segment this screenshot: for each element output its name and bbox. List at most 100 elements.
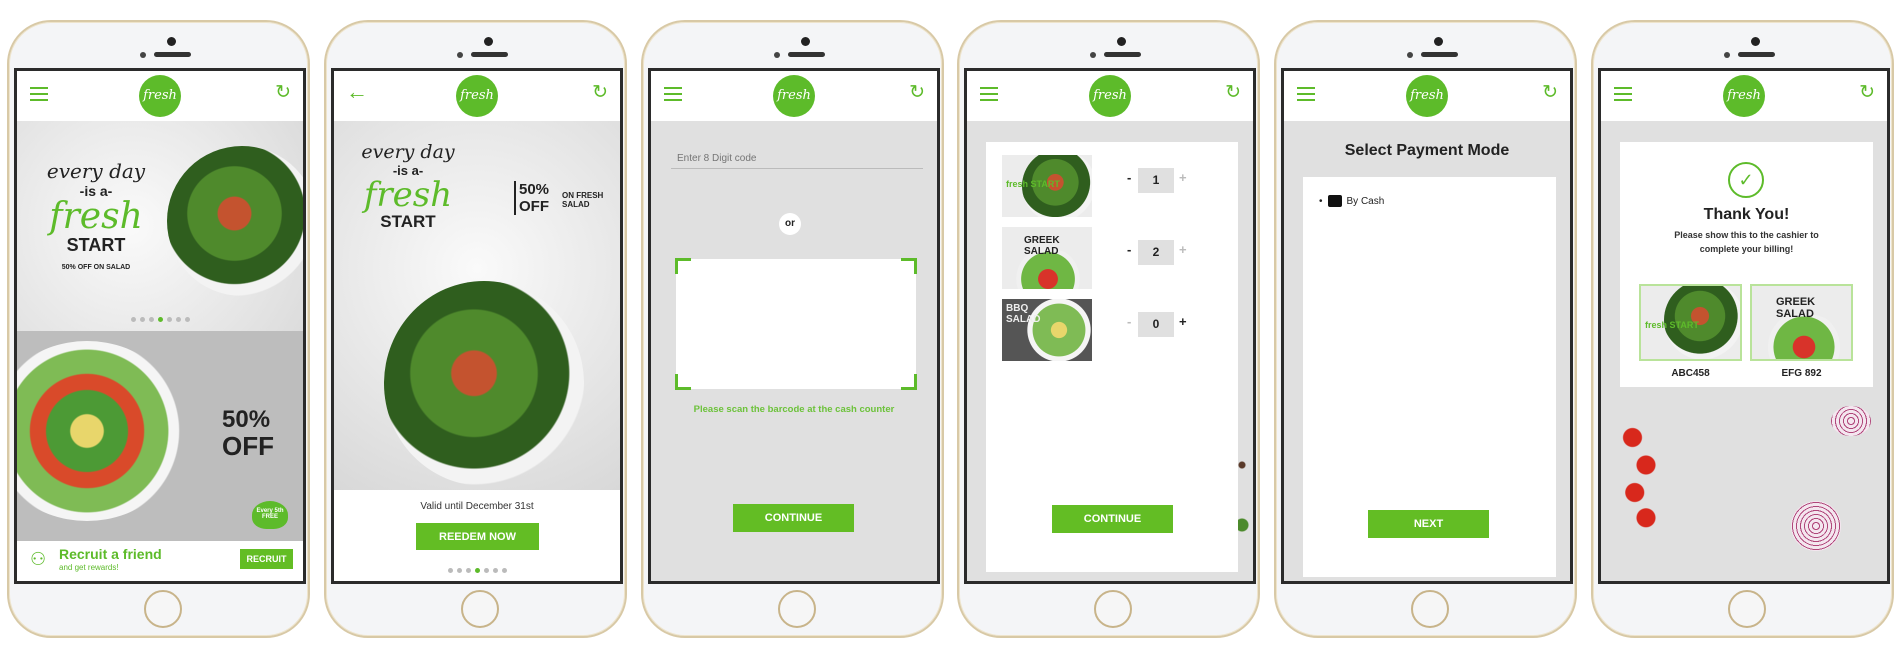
refresh-icon[interactable]: ↻ — [1859, 83, 1875, 103]
digit-code-input[interactable] — [671, 149, 923, 169]
fresh-logo: fresh — [1723, 75, 1765, 117]
cart-item: fresh START - 1 + — [1002, 155, 1222, 217]
refresh-icon[interactable]: ↻ — [275, 83, 291, 103]
refresh-icon[interactable]: ↻ — [592, 83, 608, 103]
redeem-now-button[interactable]: REEDEM NOW — [416, 523, 539, 550]
home-button[interactable] — [1728, 590, 1766, 628]
increment-button[interactable]: + — [1179, 170, 1187, 185]
refresh-icon[interactable]: ↻ — [1225, 83, 1241, 103]
decrement-button[interactable]: - — [1127, 170, 1131, 185]
hamburger-icon[interactable] — [980, 87, 998, 101]
banner-line1: every day — [361, 141, 455, 163]
hamburger-icon[interactable] — [30, 87, 48, 101]
phone-home: fresh ↻ every day -is a- fresh START 50%… — [7, 20, 310, 638]
tomato-decoration — [1619, 421, 1664, 531]
decrement-button[interactable]: - — [1127, 314, 1131, 329]
hamburger-icon[interactable] — [664, 87, 682, 101]
speaker — [154, 52, 191, 57]
hamburger-icon[interactable] — [1297, 87, 1315, 101]
code-entry-screen: fresh ↻ or Please scan the barcode at th… — [648, 68, 940, 584]
bullet: • — [1319, 195, 1323, 207]
carousel-dots[interactable] — [334, 568, 620, 573]
next-button[interactable]: NEXT — [1368, 510, 1489, 538]
offer-badge: 50% OFF — [514, 181, 554, 215]
coupon-code: EFG 892 — [1781, 368, 1822, 379]
cart-item: BBQ SALAD - 0 + — [1002, 299, 1222, 361]
cart-card: fresh START - 1 + GREEK SALAD - 2 + BBQ … — [986, 142, 1238, 572]
coupon-code: ABC458 — [1671, 368, 1710, 379]
refresh-icon[interactable]: ↻ — [1542, 83, 1558, 103]
speaker — [788, 52, 825, 57]
bowl-image — [17, 341, 187, 521]
home-button[interactable] — [778, 590, 816, 628]
salmon-salad-image — [167, 146, 303, 296]
thank-you-message: Please show this to the cashier to compl… — [1674, 230, 1819, 254]
sensor — [140, 52, 146, 58]
offer-banner[interactable]: 50% OFF Every 5th FREE — [17, 331, 303, 541]
speaker — [1738, 52, 1775, 57]
quantity-value[interactable]: 2 — [1138, 240, 1174, 265]
sensor — [1090, 52, 1096, 58]
phone-code-entry: fresh ↻ or Please scan the barcode at th… — [641, 20, 944, 638]
cart-screen: fresh ↻ fresh START - 1 + GREEK SALAD - … — [964, 68, 1256, 584]
thank-you-card: ✓ Thank You! Please show this to the cas… — [1620, 142, 1873, 387]
cart-item: GREEK SALAD - 2 + — [1002, 227, 1222, 289]
offer-screen: ← fresh ↻ every day -is a- fresh START 5… — [331, 68, 623, 584]
promo-banner[interactable]: every day -is a- fresh START 50% OFF ON … — [17, 121, 303, 331]
app-header: fresh ↻ — [1601, 71, 1887, 121]
home-button[interactable] — [1094, 590, 1132, 628]
barcode-scanner-frame[interactable] — [675, 258, 917, 390]
recruit-title: Recruit a friend — [59, 546, 162, 562]
every-5th-free-badge: Every 5th FREE — [252, 501, 288, 529]
sensor — [1724, 52, 1730, 58]
camera — [1434, 37, 1443, 46]
recruit-bar: ⚇ Recruit a friend and get rewards! RECR… — [17, 541, 303, 581]
camera — [801, 37, 810, 46]
phone-thank-you: fresh ↻ ✓ Thank You! Please show this to… — [1591, 20, 1894, 638]
check-circle-icon: ✓ — [1728, 162, 1764, 198]
arrow-left-icon[interactable]: ← — [346, 81, 368, 103]
carousel-dots[interactable] — [17, 317, 303, 322]
increment-button[interactable]: + — [1179, 242, 1187, 257]
coupon-image: fresh START — [1639, 284, 1742, 361]
camera — [1117, 37, 1126, 46]
offer-off: OFF — [222, 431, 274, 461]
home-screen: fresh ↻ every day -is a- fresh START 50%… — [14, 68, 306, 584]
banner-line1: every day — [46, 159, 146, 183]
increment-button[interactable]: + — [1179, 314, 1187, 329]
speaker — [471, 52, 508, 57]
banner-promo: 50% OFF ON SALAD — [61, 264, 131, 271]
banner-line3: fresh — [363, 175, 453, 215]
wallet-icon — [1327, 195, 1342, 207]
quantity-value[interactable]: 1 — [1138, 168, 1174, 193]
app-header: fresh ↻ — [651, 71, 937, 121]
home-button[interactable] — [461, 590, 499, 628]
hamburger-icon[interactable] — [1614, 87, 1632, 101]
refresh-icon[interactable]: ↻ — [909, 83, 925, 103]
payment-option-cash[interactable]: • By Cash — [1319, 195, 1384, 207]
camera — [167, 37, 176, 46]
home-button[interactable] — [144, 590, 182, 628]
speaker — [1104, 52, 1141, 57]
decrement-button[interactable]: - — [1127, 242, 1131, 257]
app-header: ← fresh ↻ — [334, 71, 620, 121]
offer-subtitle: ON FRESH SALAD — [562, 191, 604, 209]
continue-button[interactable]: CONTINUE — [1052, 505, 1173, 533]
payment-option-label: By Cash — [1346, 195, 1385, 207]
thank-you-screen: fresh ↻ ✓ Thank You! Please show this to… — [1598, 68, 1890, 584]
app-header: fresh ↻ — [17, 71, 303, 121]
quantity-value[interactable]: 0 — [1138, 312, 1174, 337]
friends-icon: ⚇ — [30, 549, 47, 569]
onion-decoration — [1831, 406, 1871, 436]
banner-line4: START — [66, 235, 126, 255]
valid-until-text: Valid until December 31st — [420, 501, 534, 512]
payment-screen: fresh ↻ Select Payment Mode • By Cash NE… — [1281, 68, 1573, 584]
coupon: GREEK SALAD EFG 892 — [1750, 284, 1853, 379]
fresh-logo: fresh — [1406, 75, 1448, 117]
page-title: Select Payment Mode — [1344, 142, 1510, 159]
recruit-button[interactable]: RECRUIT — [240, 549, 293, 569]
item-image: BBQ SALAD — [1002, 299, 1092, 361]
phone-payment: fresh ↻ Select Payment Mode • By Cash NE… — [1274, 20, 1577, 638]
continue-button[interactable]: CONTINUE — [733, 504, 854, 532]
home-button[interactable] — [1411, 590, 1449, 628]
